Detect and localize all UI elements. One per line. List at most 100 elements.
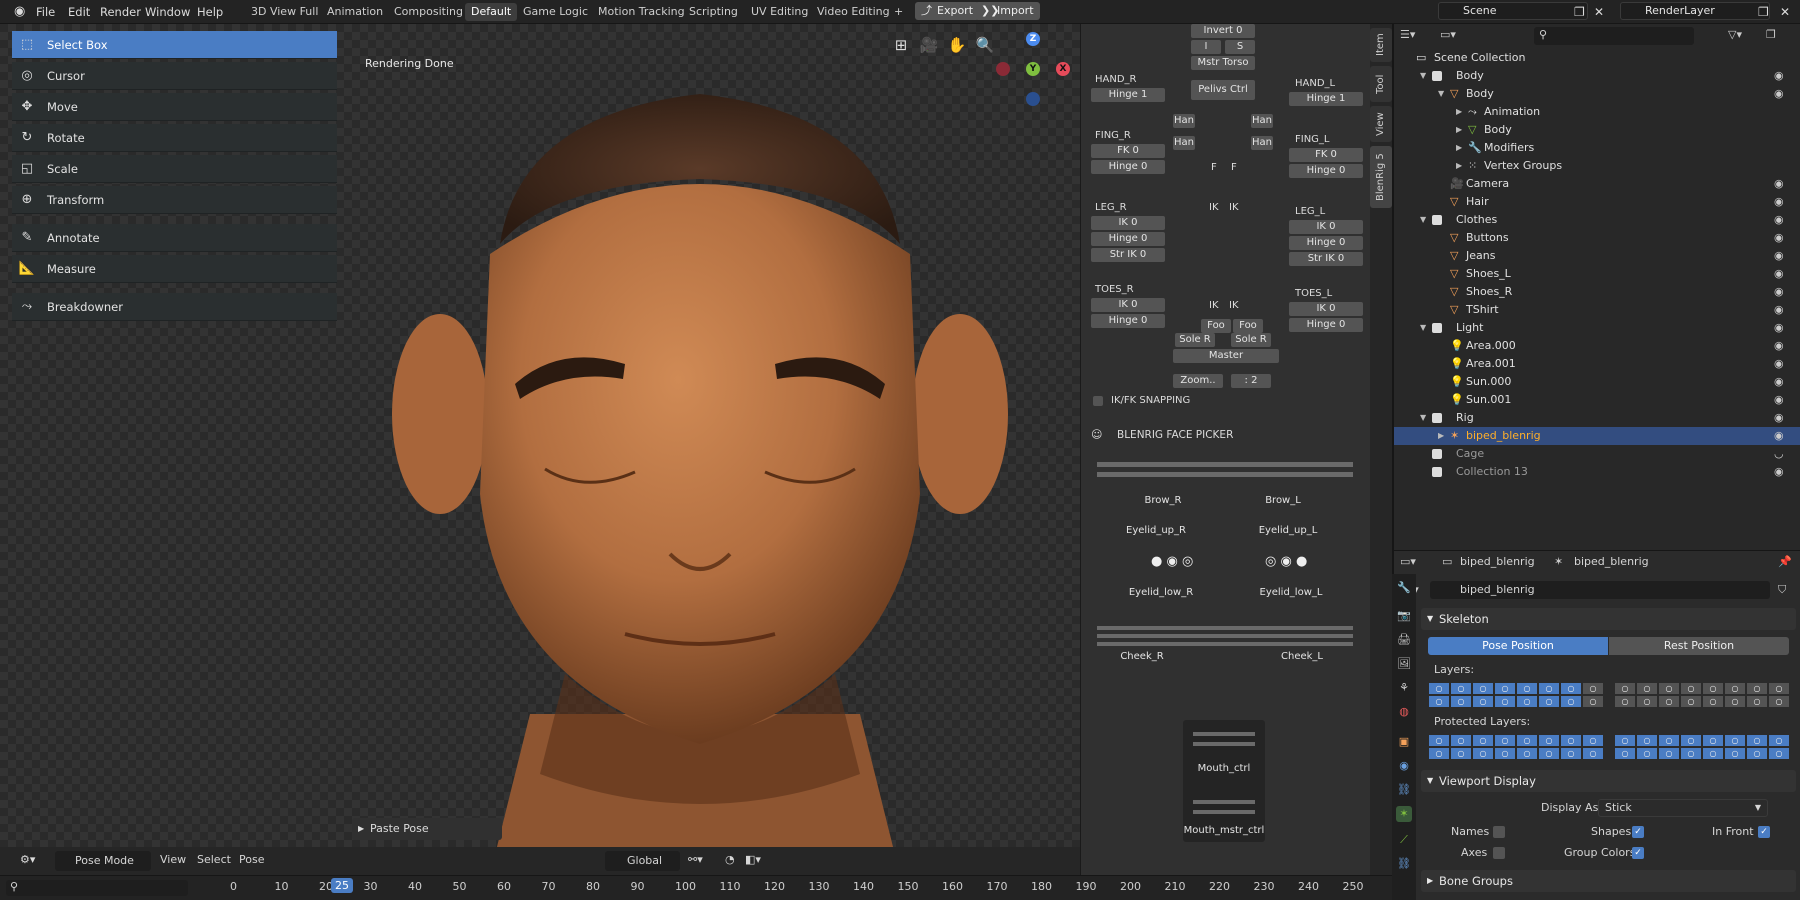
leg-l-hinge[interactable]: Hinge 0 [1289,236,1363,250]
pivot-icon[interactable]: ⚯▾ [688,853,703,866]
layer-toggle[interactable]: ○ [1450,747,1472,760]
layer-toggle[interactable]: ○ [1450,734,1472,747]
sole-r-button[interactable]: Sole R [1175,333,1215,347]
layer-toggle[interactable]: ○ [1516,682,1538,695]
outliner-row-body-object[interactable]: ▼ ▽ Body ◉ [1394,85,1800,103]
visibility-icon[interactable]: ◉ [1774,247,1784,265]
mouth-bar-2[interactable] [1097,634,1353,638]
outliner-row-clothes[interactable]: ▼ Clothes ◉ [1394,211,1800,229]
toes-l-ik[interactable]: IK 0 [1289,302,1363,316]
han-l2-button[interactable]: Han [1251,136,1273,150]
tab-default[interactable]: Default [465,3,518,21]
menu-render[interactable]: Render [100,0,141,24]
outliner-row-collection-13[interactable]: Collection 13 ◉ [1394,463,1800,481]
outliner-editor-icon[interactable]: ☰▾ [1400,28,1415,41]
outliner-row-area-001[interactable]: 💡 Area.001 ◉ [1394,355,1800,373]
eye-l-controls[interactable]: ◎ ◉ ● [1265,554,1307,569]
layer-toggle[interactable]: ○ [1614,695,1636,708]
render-tab-icon[interactable]: 📷 [1396,608,1412,624]
eyelid-up-r-button[interactable]: Eyelid_up_R [1119,524,1193,538]
layer-toggle[interactable]: ○ [1538,734,1560,747]
visibility-icon[interactable]: ◡ [1774,445,1784,463]
visibility-icon[interactable]: ◉ [1774,283,1784,301]
outliner-row-tshirt[interactable]: ▽ TShirt ◉ [1394,301,1800,319]
scene-tab-icon[interactable]: ⚘ [1396,680,1412,696]
toes-l-hinge[interactable]: Hinge 0 [1289,318,1363,332]
i-button[interactable]: I [1191,40,1221,54]
mouth-lower-bar[interactable] [1193,800,1255,804]
outliner-row-light[interactable]: ▼ Light ◉ [1394,319,1800,337]
tool-cursor[interactable]: ◎ Cursor [12,62,337,90]
sole-l-button[interactable]: Sole R [1231,333,1271,347]
master-button[interactable]: Master [1173,349,1279,363]
menu-help[interactable]: Help [197,0,223,24]
expand-icon[interactable]: ▶ [1438,427,1444,445]
tab-item[interactable]: Item [1370,28,1392,62]
layer-toggle[interactable]: ○ [1724,747,1746,760]
zoom-button[interactable]: Zoom.. [1173,374,1223,388]
layer-toggle[interactable]: ○ [1746,734,1768,747]
include-checkbox[interactable] [1432,71,1442,81]
layer-toggle[interactable]: ○ [1746,747,1768,760]
armature-name-field[interactable]: biped_blenrig [1430,581,1770,599]
layer-toggle[interactable]: ○ [1768,747,1790,760]
fing-l-fk[interactable]: FK 0 [1289,148,1363,162]
zoom-icon[interactable]: 🔍 [974,34,996,56]
expand-icon[interactable]: ▼ [1420,67,1426,85]
ikfk-checkbox[interactable] [1093,396,1103,406]
fake-user-icon[interactable]: ⛉ [1778,583,1786,597]
layer-toggle[interactable]: ○ [1560,734,1582,747]
outliner-row-buttons[interactable]: ▽ Buttons ◉ [1394,229,1800,247]
leg-l-ik[interactable]: IK 0 [1289,220,1363,234]
outliner-row-body-collection[interactable]: ▼ Body ◉ [1394,67,1800,85]
layer-toggle[interactable]: ○ [1582,734,1604,747]
gizmo-z-axis[interactable]: Z [1026,32,1040,46]
layer-toggle[interactable]: ○ [1450,695,1472,708]
mouth-mstr-ctrl-button[interactable]: Mouth_mstr_ctrl [1183,824,1265,838]
constraints-tab-icon[interactable]: ⛓ [1396,782,1412,798]
display-as-dropdown[interactable]: Stick ▼ [1598,799,1768,817]
visibility-icon[interactable]: ◉ [1774,211,1784,229]
properties-editor-icon[interactable]: ▭▾ [1400,555,1416,568]
outliner-row-sun-000[interactable]: 💡 Sun.000 ◉ [1394,373,1800,391]
visibility-icon[interactable]: ◉ [1774,355,1784,373]
visibility-icon[interactable]: ◉ [1774,427,1784,445]
visibility-icon[interactable]: ◉ [1774,67,1784,85]
menu-select[interactable]: Select [197,853,231,866]
visibility-icon[interactable]: ◉ [1774,265,1784,283]
scene-selector[interactable]: Scene [1438,2,1588,20]
last-operator-panel[interactable]: ▶ Paste Pose [352,818,502,840]
outliner-row-shoes-r[interactable]: ▽ Shoes_R ◉ [1394,283,1800,301]
add-workspace-button[interactable]: + [888,3,909,21]
tab-compositing[interactable]: Compositing [388,3,469,21]
blender-logo-icon[interactable]: ◉ [14,0,25,24]
include-checkbox[interactable] [1432,215,1442,225]
tab-blenrig[interactable]: BlenRig 5 [1370,146,1392,208]
menu-pose[interactable]: Pose [239,853,264,866]
mouth-upper-bar-2[interactable] [1193,742,1255,746]
layer-toggle[interactable]: ○ [1560,747,1582,760]
toes-r-hinge[interactable]: Hinge 0 [1091,314,1165,328]
layer-toggle[interactable]: ○ [1472,682,1494,695]
copy-scene-icon[interactable]: ❐ [1574,0,1585,24]
visibility-icon[interactable]: ◉ [1774,229,1784,247]
layer-toggle[interactable]: ○ [1658,695,1680,708]
leg-r-ik[interactable]: IK 0 [1091,216,1165,230]
layer-toggle[interactable]: ○ [1702,747,1724,760]
han-r2-button[interactable]: Han [1173,136,1195,150]
mouth-bar-3[interactable] [1097,642,1353,646]
layer-toggle[interactable]: ○ [1680,695,1702,708]
layer-toggle[interactable]: ○ [1658,734,1680,747]
layer-toggle[interactable]: ○ [1582,695,1604,708]
tool-rotate[interactable]: ↻ Rotate [12,124,337,152]
expand-icon[interactable]: ▶ [1456,139,1462,157]
outliner-row-vertex-groups[interactable]: ▶ ⁙ Vertex Groups [1394,157,1800,175]
context-object-name[interactable]: biped_blenrig [1460,555,1535,568]
tab-tool[interactable]: Tool [1370,66,1392,102]
export-button[interactable]: ⤴ Export [915,2,980,20]
layer-toggle[interactable]: ○ [1428,747,1450,760]
menu-view[interactable]: View [160,853,186,866]
include-checkbox[interactable] [1432,449,1442,459]
toes-r-ik[interactable]: IK 0 [1091,298,1165,312]
include-checkbox[interactable] [1432,323,1442,333]
